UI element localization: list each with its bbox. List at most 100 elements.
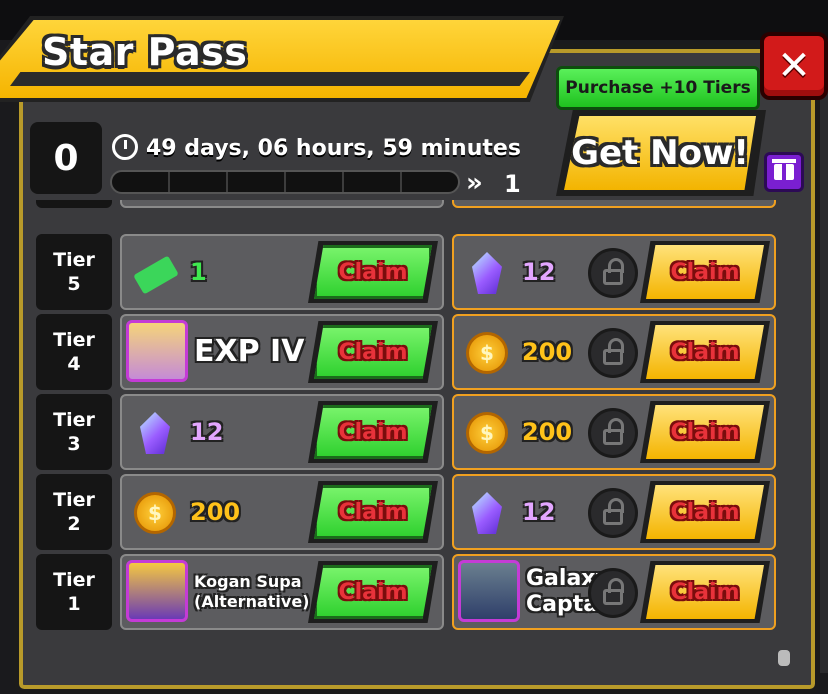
reward-amount: 200 — [522, 338, 573, 366]
coin-icon: $ — [134, 492, 176, 534]
gem-icon — [472, 492, 502, 534]
galaxy-portrait-icon — [458, 560, 520, 622]
chevron-right-icon: » — [466, 168, 483, 198]
progress-segment — [344, 172, 402, 192]
premium-reward-cell: 12 Claim — [452, 474, 776, 550]
gem-icon — [472, 252, 502, 294]
coin-icon: $ — [466, 412, 508, 454]
premium-reward-cell: 12 Claim — [452, 234, 776, 310]
tier-label: Tier 3 — [36, 394, 112, 470]
clock-icon — [112, 134, 138, 160]
tier-label: Tier 2 — [36, 474, 112, 550]
tier-label-word: Tier — [53, 489, 95, 511]
premium-reward-cell: $ 200 Claim — [452, 314, 776, 390]
coin-icon: $ — [466, 332, 508, 374]
claim-label: Claim — [338, 419, 408, 445]
reward-amount: 200 — [190, 498, 241, 526]
claim-button[interactable]: Claim — [646, 405, 764, 459]
claim-button[interactable]: Claim — [646, 485, 764, 539]
season-timer: 49 days, 06 hours, 59 minutes — [146, 136, 521, 161]
lock-icon — [588, 488, 638, 538]
progress-segment — [112, 172, 170, 192]
lock-icon — [588, 408, 638, 458]
tier-label-word: Tier — [53, 569, 95, 591]
tier-label-number: 2 — [67, 513, 81, 535]
tier-label-number: 5 — [67, 273, 81, 295]
progress-segment — [402, 172, 458, 192]
close-button[interactable]: ✕ — [760, 32, 828, 100]
reward-amount: 200 — [522, 418, 573, 446]
tier-label-number: 1 — [67, 593, 81, 615]
claim-label: Claim — [670, 339, 740, 365]
claim-button[interactable]: Claim — [646, 565, 764, 619]
progress-segment — [228, 172, 286, 192]
get-now-label: Get Now! — [571, 133, 749, 173]
claim-label: Claim — [338, 579, 408, 605]
gift-button[interactable] — [764, 152, 804, 192]
current-tier-counter: 0 — [30, 122, 102, 194]
premium-reward-cell — [452, 200, 776, 208]
lock-icon — [588, 328, 638, 378]
reward-amount: 12 — [522, 258, 556, 286]
claim-button[interactable]: Claim — [314, 565, 432, 619]
tier-list[interactable]: Tier 5 1 Claim 12 Claim Tier 4 EXP IV Cl… — [26, 200, 798, 660]
free-reward-cell: Kogan Supa (Alternative) Claim — [120, 554, 444, 630]
tier-label-word: Tier — [53, 329, 95, 351]
reward-name-line2: (Alternative) — [194, 592, 310, 611]
cash-ticket-icon — [133, 255, 179, 295]
reward-name: Kogan Supa (Alternative) — [194, 572, 309, 612]
gift-icon — [772, 159, 796, 180]
free-reward-cell: $ 200 Claim — [120, 474, 444, 550]
lock-icon — [588, 248, 638, 298]
tier-label-number: 4 — [67, 353, 81, 375]
progress-segment — [170, 172, 228, 192]
claim-label: Claim — [670, 259, 740, 285]
premium-reward-cell: $ 200 Claim — [452, 394, 776, 470]
claim-button[interactable]: Claim — [646, 245, 764, 299]
reward-amount: 12 — [190, 418, 224, 446]
claim-button[interactable]: Claim — [314, 405, 432, 459]
reward-amount: 1 — [190, 258, 207, 286]
reward-name: EXP IV — [194, 334, 305, 369]
claim-button[interactable]: Claim — [314, 325, 432, 379]
claim-button[interactable]: Claim — [314, 245, 432, 299]
tier-label — [36, 200, 112, 208]
lock-icon — [588, 568, 638, 618]
get-now-button[interactable]: Get Now! — [564, 116, 756, 190]
tier-label-word: Tier — [53, 409, 95, 431]
free-reward-cell: 12 Claim — [120, 394, 444, 470]
tier-row: Tier 4 EXP IV Claim $ 200 Claim — [26, 312, 798, 390]
purchase-tiers-button[interactable]: Purchase +10 Tiers — [556, 66, 760, 110]
claim-button[interactable]: Claim — [646, 325, 764, 379]
gem-icon — [140, 412, 170, 454]
tier-label-number: 3 — [67, 433, 81, 455]
page-title: Star Pass — [42, 30, 248, 74]
tier-row: Tier 2 $ 200 Claim 12 Claim — [26, 472, 798, 550]
tier-progress-bar — [110, 170, 460, 194]
claim-button[interactable]: Claim — [314, 485, 432, 539]
next-tier-number: 1 — [504, 170, 521, 198]
scrollbar-thumb[interactable] — [778, 650, 790, 666]
premium-reward-cell: Galaxy Captain Claim — [452, 554, 776, 630]
tier-label: Tier 5 — [36, 234, 112, 310]
tier-row: Tier 3 12 Claim $ 200 Claim — [26, 392, 798, 470]
progress-segment — [286, 172, 344, 192]
claim-label: Claim — [670, 419, 740, 445]
exp-character-icon — [126, 320, 188, 382]
reward-name-line1: Kogan Supa — [194, 572, 302, 591]
kogan-portrait-icon — [126, 560, 188, 622]
claim-label: Claim — [338, 499, 408, 525]
tier-label-word: Tier — [53, 249, 95, 271]
tier-row: Tier 1 Kogan Supa (Alternative) Claim Ga… — [26, 552, 798, 630]
claim-label: Claim — [338, 339, 408, 365]
reward-amount: 12 — [522, 498, 556, 526]
tier-row: Tier 5 1 Claim 12 Claim — [26, 232, 798, 310]
free-reward-cell: EXP IV Claim — [120, 314, 444, 390]
tier-label: Tier 4 — [36, 314, 112, 390]
banner-stripe — [10, 72, 530, 86]
claim-label: Claim — [670, 579, 740, 605]
close-icon: ✕ — [777, 43, 811, 89]
tier-label: Tier 1 — [36, 554, 112, 630]
tier-row — [26, 200, 798, 208]
claim-label: Claim — [670, 499, 740, 525]
